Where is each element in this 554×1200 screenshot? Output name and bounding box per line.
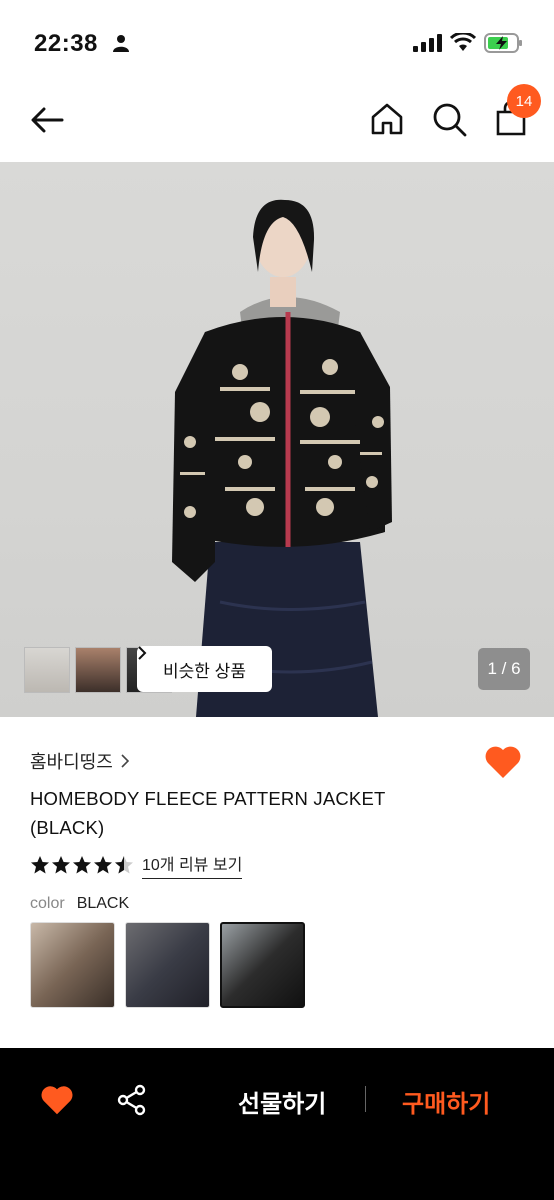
like-heart-icon[interactable]	[484, 744, 522, 780]
color-label: color	[30, 895, 65, 912]
divider	[365, 1086, 366, 1112]
similar-products-button[interactable]: 비슷한 상품	[137, 646, 272, 692]
chevron-right-icon	[121, 754, 129, 768]
brand-name: 홈바디띵즈	[30, 752, 113, 772]
person-icon	[113, 35, 129, 52]
similar-products-label: 비슷한 상품	[163, 661, 246, 681]
status-bar: 22:38	[0, 0, 554, 80]
color-options	[30, 922, 305, 1008]
star-icon	[94, 856, 112, 874]
gift-button[interactable]: 선물하기	[238, 1084, 326, 1119]
home-icon[interactable]	[368, 100, 406, 138]
status-time: 22:38	[34, 30, 98, 57]
color-option[interactable]	[125, 922, 210, 1008]
image-counter: 1 / 6	[478, 648, 530, 690]
share-icon[interactable]	[116, 1084, 148, 1116]
buy-button[interactable]: 구매하기	[402, 1084, 490, 1119]
half-star-icon	[115, 856, 133, 874]
color-option-selected[interactable]	[220, 922, 305, 1008]
star-icon	[52, 856, 70, 874]
product-photo	[172, 199, 392, 717]
chevron-right-icon	[138, 646, 147, 660]
back-arrow-icon[interactable]	[28, 100, 68, 140]
cart-count-badge: 14	[507, 84, 541, 118]
wifi-icon	[450, 33, 476, 51]
color-option[interactable]	[30, 922, 115, 1008]
signal-icon	[413, 34, 442, 52]
battery-charging-icon	[484, 33, 522, 53]
brand-link[interactable]: 홈바디띵즈	[30, 748, 129, 774]
search-icon[interactable]	[430, 100, 468, 138]
star-icon	[73, 856, 91, 874]
review-link[interactable]: 10개 리뷰 보기	[142, 851, 243, 879]
rating-row: 10개 리뷰 보기	[30, 851, 243, 879]
gallery-thumbnail[interactable]	[75, 647, 121, 693]
wishlist-heart-icon[interactable]	[40, 1084, 74, 1116]
bottom-action-bar: 선물하기 구매하기	[0, 1048, 554, 1200]
star-icon	[31, 856, 49, 874]
color-value: BLACK	[76, 895, 130, 912]
star-rating	[30, 855, 134, 875]
product-title: HOMEBODY FLEECE PATTERN JACKET (BLACK)	[30, 788, 386, 838]
color-row: color BLACK	[30, 895, 129, 913]
gallery-thumbnail[interactable]	[24, 647, 70, 693]
product-image-carousel[interactable]: 비슷한 상품 1 / 6	[0, 162, 554, 717]
top-nav: 14	[0, 80, 554, 162]
